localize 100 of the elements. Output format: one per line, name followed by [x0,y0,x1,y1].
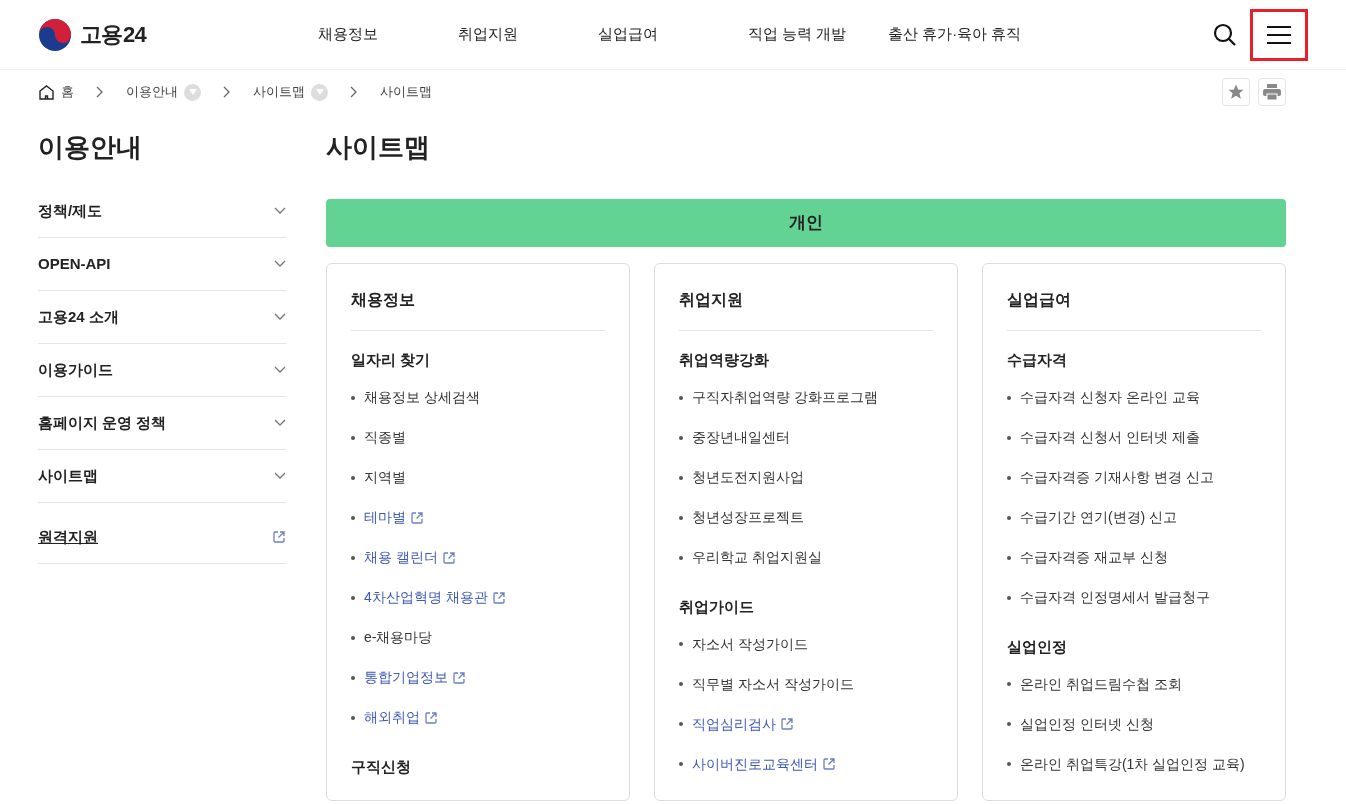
card-title: 취업지원 [679,288,933,331]
bullet-icon [1007,595,1011,600]
chevron-down-icon [274,366,286,374]
chevron-down-icon [274,472,286,480]
chevron-right-icon [223,86,231,98]
sidebar-item[interactable]: 사이트맵 [38,464,98,488]
sitemap-link[interactable]: 수급자격 신청서 인터넷 제출 [1020,427,1200,448]
chevron-down-icon [274,419,286,427]
group-heading: 취업역량강화 [679,350,770,370]
sidebar-item[interactable]: 이용가이드 [38,358,113,382]
group-heading: 실업인정 [1007,636,1068,657]
chevron-right-icon [96,86,104,98]
sidebar-item[interactable]: 원격지원 [38,525,98,549]
bullet-icon [351,395,355,400]
sitemap-link[interactable]: 구직자취업역량 강화프로그램 [692,387,878,408]
external-link-icon [491,590,506,605]
bullet-icon [1007,722,1011,726]
external-link-icon [424,710,438,725]
page-title: 사이트맵 [326,131,431,164]
nav-link[interactable]: 실업급여 [598,23,748,46]
group-heading: 취업가이드 [679,596,755,617]
sitemap-link[interactable]: 지역별 [364,467,406,488]
bullet-icon [351,675,355,680]
bullet-icon [1007,682,1011,686]
sitemap-link[interactable]: 실업인정 인터넷 신청 [1020,713,1154,735]
sitemap-link[interactable]: 해외취업 [364,707,420,728]
logo-text[interactable]: 고용24 [80,18,147,51]
bullet-icon [1007,395,1011,400]
sitemap-link[interactable]: 중장년내일센터 [692,427,790,448]
bullet-icon [351,595,355,600]
section-banner: 개인 [326,199,1286,247]
sitemap-link[interactable]: 사이버진로교육센터 [692,753,818,775]
bullet-icon [1007,762,1011,766]
sitemap-link[interactable]: 채용 캘린더 [364,547,438,568]
breadcrumb-link[interactable]: 홈 [61,82,74,102]
sitemap-link[interactable]: 청년도전지원사업 [692,467,804,488]
chevron-down-icon [274,207,286,215]
chevron-right-icon [350,86,358,98]
sitemap-link[interactable]: 테마별 [364,507,406,528]
sitemap-link[interactable]: 직업심리검사 [692,713,776,735]
home-icon [38,83,55,101]
sitemap-link[interactable]: 채용정보 상세검색 [364,387,480,408]
card-title: 실업급여 [1007,288,1261,331]
sitemap-link[interactable]: 우리학교 취업지원실 [692,547,822,568]
sitemap-link[interactable]: 직무별 자소서 작성가이드 [692,673,854,695]
sidebar-item[interactable]: 홈페이지 운영 정책 [38,411,167,435]
external-link-icon [822,757,836,771]
bullet-icon [679,395,683,400]
sitemap-link[interactable]: e-채용마당 [364,627,433,648]
bookmark-button[interactable] [1222,78,1250,106]
external-link-icon [780,717,794,731]
bullet-icon [679,682,683,686]
print-button[interactable] [1258,78,1286,106]
sitemap-link[interactable]: 4차산업혁명 채용관 [364,587,488,608]
sidebar-item[interactable]: OPEN-API [38,252,111,276]
bullet-icon [351,475,355,480]
bullet-icon [679,515,683,520]
breadcrumb-link[interactable]: 사이트맵 [380,82,432,102]
external-link-icon [452,670,466,685]
sitemap-link[interactable]: 수급자격증 기재사항 변경 신고 [1020,467,1214,488]
sitemap-link[interactable]: 자소서 작성가이드 [692,633,808,655]
nav-link[interactable]: 취업지원 [458,23,598,46]
sitemap-link[interactable]: 직종별 [364,427,406,448]
bullet-icon [1007,555,1011,560]
bullet-icon [679,722,683,726]
nav-link[interactable]: 출산 휴가·육아 휴직 [888,23,1028,46]
chevron-down-icon [274,313,286,321]
group-heading: 수급자격 [1007,350,1068,370]
bullet-icon [1007,475,1011,480]
sidebar-item[interactable]: 정책/제도 [38,199,103,223]
external-link-icon [410,510,424,525]
bullet-icon [679,762,683,766]
breadcrumb-link[interactable]: 이용안내 [126,82,178,102]
group-heading: 구직신청 [351,756,412,777]
nav-link[interactable]: 채용정보 [318,23,458,46]
sitemap-link[interactable]: 수급자격 신청자 온라인 교육 [1020,387,1200,408]
sidebar-title: 이용안내 [38,131,143,164]
search-icon[interactable] [1212,21,1238,48]
bullet-icon [351,715,355,720]
sitemap-link[interactable]: 온라인 취업특강(1차 실업인정 교육) [1020,753,1245,775]
nav-link[interactable]: 직업 능력 개발 [748,23,888,46]
sitemap-link[interactable]: 수급자격 인정명세서 발급청구 [1020,587,1210,608]
bullet-icon [351,555,355,560]
bullet-icon [1007,435,1011,440]
star-icon [1227,83,1245,101]
bullet-icon [351,635,355,640]
card-title: 채용정보 [351,288,605,331]
bullet-icon [1007,515,1011,520]
sitemap-link[interactable]: 수급자격증 재교부 신청 [1020,547,1168,568]
sitemap-link[interactable]: 청년성장프로젝트 [692,507,804,528]
sitemap-link[interactable]: 수급기간 연기(변경) 신고 [1020,507,1178,528]
bullet-icon [679,435,683,440]
sidebar-item[interactable]: 고용24 소개 [38,305,119,329]
chevron-down-icon [274,260,286,268]
menu-button[interactable] [1250,8,1308,61]
external-link-icon [272,530,286,544]
sitemap-link[interactable]: 온라인 취업드림수첩 조회 [1020,673,1182,695]
breadcrumb-link[interactable]: 사이트맵 [253,82,305,102]
bullet-icon [351,435,355,440]
sitemap-link[interactable]: 통합기업정보 [364,667,448,688]
